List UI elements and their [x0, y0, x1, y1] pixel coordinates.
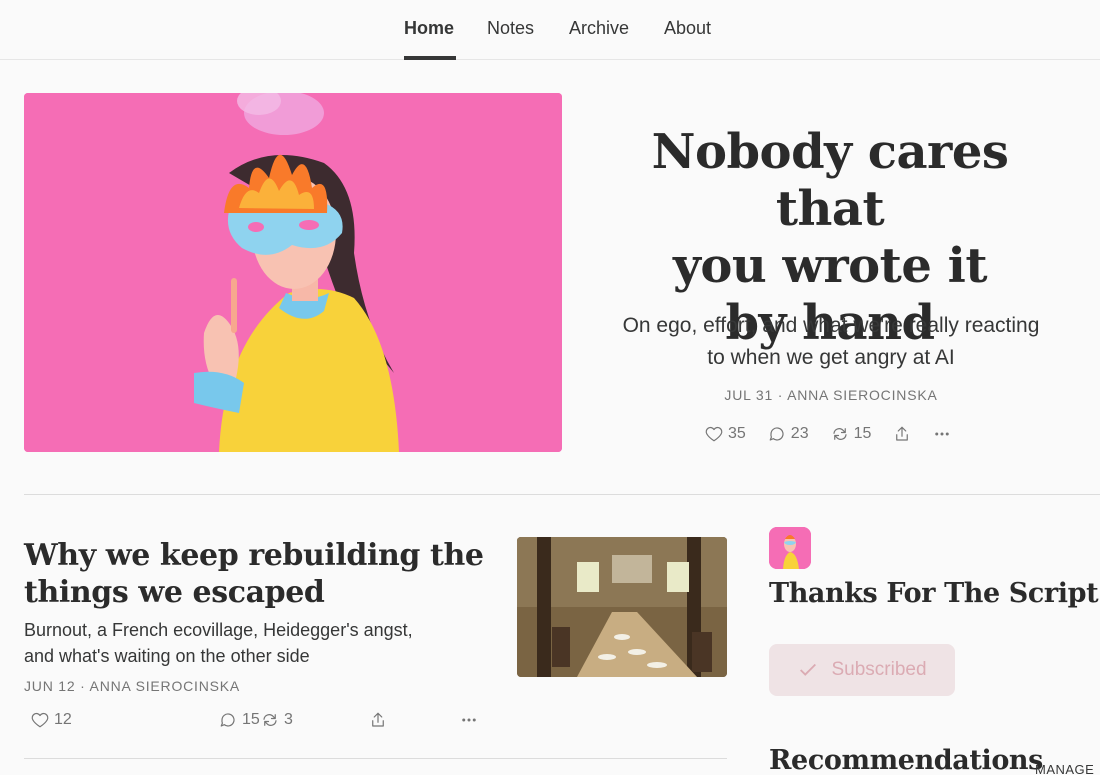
hero-title-line: you wrote it [673, 238, 987, 294]
comment-count: 15 [242, 711, 260, 728]
restack-icon [832, 428, 847, 440]
post-share-button[interactable] [369, 711, 387, 729]
subscribed-label: Subscribed [831, 659, 927, 680]
post-subtitle-line: Burnout, a French ecovillage, Heidegger'… [24, 620, 413, 640]
heart-icon [705, 426, 723, 442]
section-divider [24, 494, 1100, 495]
publication-logo[interactable] [769, 527, 811, 569]
like-count: 35 [728, 425, 746, 442]
hero-share-button[interactable] [893, 425, 911, 443]
restack-count: 15 [853, 425, 872, 442]
hero-restack-button[interactable]: 15 [831, 425, 872, 443]
top-navigation: Home Notes Archive About [0, 0, 1100, 60]
post-restack-button[interactable]: 3 [261, 711, 293, 729]
hero-subtitle-line: On ego, effort, and what we're really re… [622, 314, 1040, 337]
like-count: 12 [54, 711, 72, 728]
hero-comment-button[interactable]: 23 [768, 425, 809, 443]
nav-active-indicator [404, 56, 456, 60]
post-title[interactable]: Why we keep rebuilding the things we esc… [24, 537, 494, 611]
post-title-line: things we escaped [24, 575, 325, 610]
hero-title-line: Nobody cares that [651, 124, 1009, 237]
subscribed-button[interactable]: Subscribed [769, 644, 955, 696]
post-title-line: Why we keep rebuilding the [24, 538, 484, 573]
post-comment-button[interactable]: 15 [219, 711, 260, 729]
post-subtitle: Burnout, a French ecovillage, Heidegger'… [24, 617, 494, 669]
more-icon [462, 718, 476, 722]
post-more-button[interactable] [460, 711, 478, 729]
hero-like-button[interactable]: 35 [705, 425, 746, 443]
publication-name[interactable]: Thanks For The Script [769, 578, 1099, 609]
post-actions: 12 15 3 [31, 711, 476, 729]
share-icon [896, 426, 909, 441]
manage-recommendations-link[interactable]: MANAGE [1035, 762, 1094, 775]
hero-meta: JUL 31 · ANNA SIEROCINSKA [724, 387, 938, 403]
heart-icon [31, 712, 49, 728]
checkmark-icon [800, 663, 817, 676]
post-meta: JUN 12 · ANNA SIEROCINSKA [24, 678, 241, 694]
hero-actions: 35 23 15 [705, 425, 951, 443]
comment-icon [769, 427, 784, 441]
post-thumbnail[interactable] [517, 537, 727, 677]
hero-cover-image[interactable] [24, 93, 562, 452]
recommendations-heading: Recommendations [769, 745, 1043, 775]
comment-count: 23 [790, 425, 809, 442]
hero-subtitle: On ego, effort, and what we're really re… [590, 310, 1072, 374]
hero-subtitle-line: to when we get angry at AI [707, 346, 955, 369]
nav-home[interactable]: Home [404, 18, 454, 39]
restack-count: 3 [284, 711, 293, 728]
hero-more-button[interactable] [933, 425, 951, 443]
nav-archive[interactable]: Archive [569, 18, 629, 39]
more-icon [935, 432, 950, 436]
restack-icon [263, 714, 277, 726]
share-icon [372, 712, 384, 727]
post-divider [24, 758, 727, 759]
comment-icon [220, 713, 235, 727]
nav-notes[interactable]: Notes [487, 18, 534, 39]
post-subtitle-line: and what's waiting on the other side [24, 646, 310, 666]
nav-about[interactable]: About [664, 18, 711, 39]
post-like-button[interactable]: 12 [31, 711, 72, 729]
